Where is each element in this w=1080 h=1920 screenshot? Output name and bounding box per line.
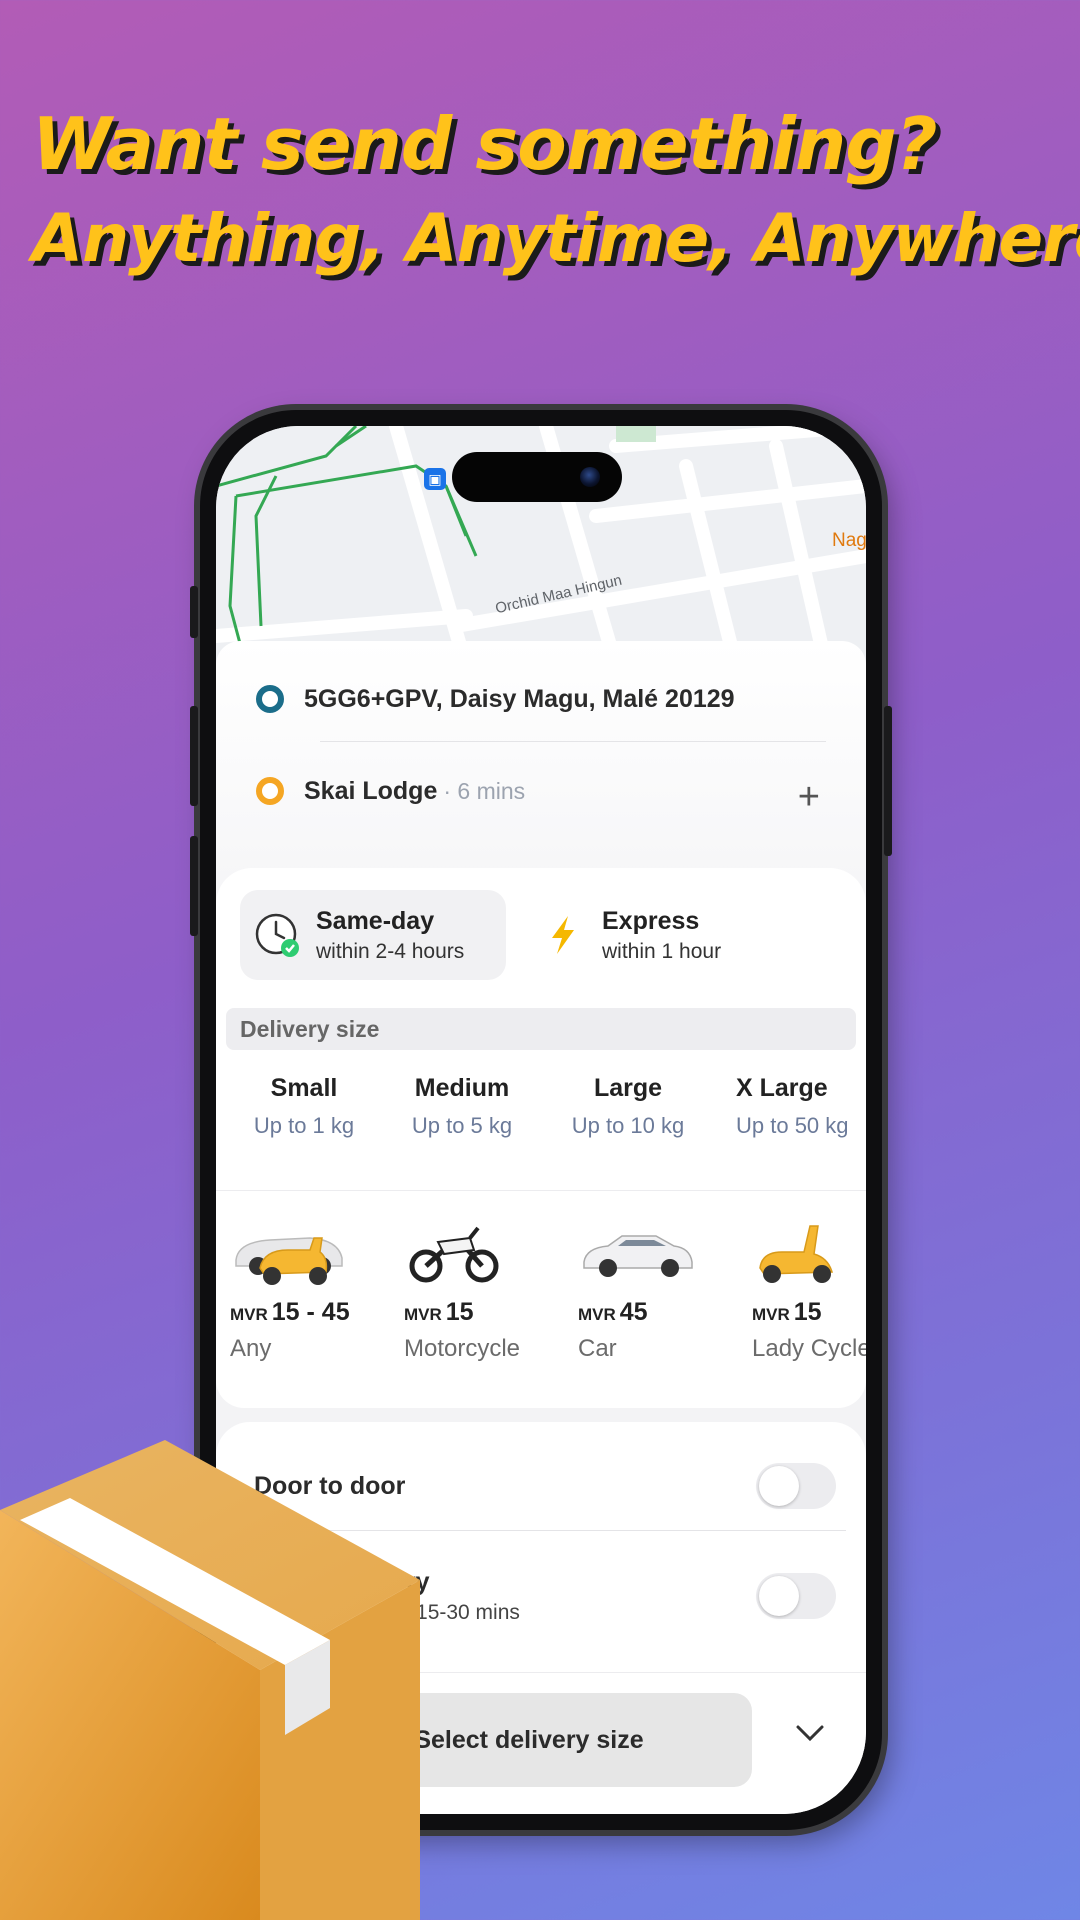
scooter-icon: [752, 1208, 866, 1292]
ferry-toggle[interactable]: [756, 1573, 836, 1619]
car-icon: [578, 1208, 728, 1292]
price-value: 15: [793, 1298, 822, 1326]
dropoff-eta: · 6 mins: [443, 777, 526, 804]
package-box-icon: [0, 1440, 420, 1920]
headline-line-1: Want send something?: [32, 102, 938, 186]
pickup-dot-icon: [256, 685, 284, 713]
size-name: Medium: [414, 1074, 510, 1102]
vehicle-name: Car: [578, 1335, 617, 1362]
mode-subtitle: within 2-4 hours: [316, 939, 465, 963]
vehicle-price: MVR 15 - 45: [230, 1298, 380, 1327]
mode-same-day[interactable]: Same-day within 2-4 hours: [240, 890, 506, 980]
door-to-door-toggle[interactable]: [756, 1463, 836, 1509]
power-button: [884, 706, 892, 856]
dropoff-name: Skai Lodge: [304, 776, 438, 805]
size-name: Small: [270, 1074, 338, 1102]
mode-subtitle: within 1 hour: [602, 939, 722, 963]
pickup-address: 5GG6+GPV, Daisy Magu, Malé 20129: [304, 684, 735, 713]
vehicle-price: MVR 15: [752, 1298, 866, 1327]
volume-up-button: [190, 706, 198, 806]
size-options: Small Up to 1 kg Medium Up to 5 kg Large…: [216, 1074, 866, 1154]
vehicle-price: MVR 15: [404, 1298, 554, 1327]
size-desc: Up to 10 kg: [571, 1113, 685, 1138]
route-divider: [320, 741, 826, 742]
dropoff-dot-icon: [256, 777, 284, 805]
toggle-knob: [759, 1576, 799, 1616]
add-stop-icon[interactable]: +: [798, 777, 820, 817]
silent-switch: [190, 586, 198, 638]
vehicle-options: MVR 15 - 45 Any MVR 15 Motorcycle MVR 45…: [216, 1208, 866, 1398]
size-desc: Up to 5 kg: [411, 1113, 513, 1138]
size-option-x-large[interactable]: X Large Up to 50 kg: [736, 1074, 866, 1139]
mixed-vehicles-icon: [230, 1208, 380, 1292]
currency-label: MVR: [230, 1305, 268, 1324]
price-value: 15: [445, 1298, 474, 1326]
mode-title: Same-day: [316, 906, 435, 935]
vehicle-name: Motorcycle: [404, 1335, 521, 1362]
size-desc: Up to 1 kg: [253, 1113, 355, 1138]
chevron-down-icon[interactable]: [790, 1713, 830, 1753]
price-value: 45: [619, 1298, 648, 1326]
vehicle-option-lady-cycle[interactable]: MVR 15 Lady Cycle: [752, 1208, 866, 1363]
price-value: 15 - 45: [271, 1298, 350, 1326]
size-option-medium[interactable]: Medium Up to 5 kg: [392, 1074, 532, 1139]
currency-label: MVR: [578, 1305, 616, 1324]
vehicle-option-car[interactable]: MVR 45 Car: [578, 1208, 728, 1363]
delivery-options-panel: Same-day within 2-4 hours Express within…: [216, 868, 866, 1408]
pickup-row[interactable]: 5GG6+GPV, Daisy Magu, Malé 20129: [256, 679, 735, 719]
motorcycle-icon: [404, 1208, 554, 1292]
toggle-knob: [759, 1466, 799, 1506]
vehicle-option-any[interactable]: MVR 15 - 45 Any: [230, 1208, 380, 1363]
clock-icon: [254, 912, 300, 958]
dropoff-row[interactable]: Skai Lodge · 6 mins: [256, 771, 525, 811]
delivery-size-label: Delivery size: [226, 1008, 856, 1050]
size-name: X Large: [736, 1074, 828, 1102]
vehicle-name: Lady Cycle: [752, 1335, 866, 1362]
size-option-small[interactable]: Small Up to 1 kg: [234, 1074, 374, 1139]
currency-label: MVR: [752, 1305, 790, 1324]
size-option-large[interactable]: Large Up to 10 kg: [558, 1074, 698, 1139]
camera-icon: [580, 467, 600, 487]
dynamic-island: [452, 452, 622, 502]
map-poi-label: Nag: [832, 530, 866, 551]
bus-stop-icon: ▣: [424, 468, 446, 490]
panel-divider: [216, 1190, 866, 1191]
lightning-icon: [540, 912, 586, 958]
mode-express[interactable]: Express within 1 hour: [526, 890, 826, 980]
vehicle-name: Any: [230, 1335, 272, 1362]
vehicle-option-motorcycle[interactable]: MVR 15 Motorcycle: [404, 1208, 554, 1363]
volume-down-button: [190, 836, 198, 936]
headline-line-2: Anything, Anytime, Anywhere: [32, 200, 1080, 277]
vehicle-price: MVR 45: [578, 1298, 728, 1327]
mode-title: Express: [602, 906, 700, 935]
size-desc: Up to 50 kg: [736, 1113, 849, 1138]
size-name: Large: [593, 1074, 663, 1102]
currency-label: MVR: [404, 1305, 442, 1324]
